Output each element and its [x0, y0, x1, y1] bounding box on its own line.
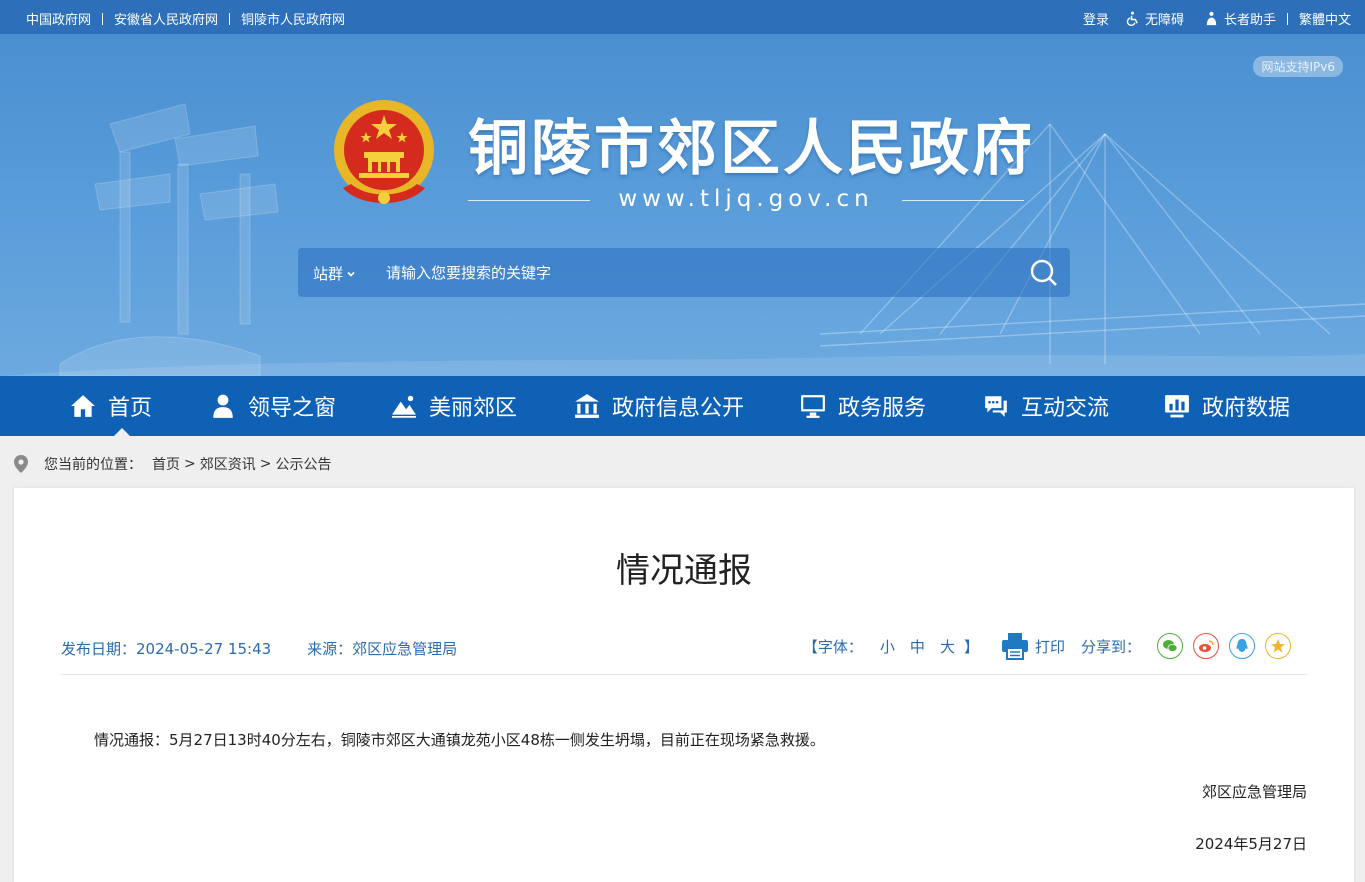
publish-date: 发布日期：2024-05-27 15:43	[61, 640, 272, 658]
weibo-icon	[1199, 640, 1214, 652]
nav-item-gov-data[interactable]: 政府数据	[1164, 376, 1290, 436]
person-icon	[213, 394, 233, 418]
chevron-down-icon	[347, 271, 355, 277]
nav-item-interaction[interactable]: 互动交流	[983, 376, 1109, 436]
search-bar: 站群	[298, 248, 1070, 297]
link-china-gov[interactable]: 中国政府网	[26, 9, 91, 28]
header-banner: 网站支持IPv6 铜陵市郊区人民政府 www.tljq.gov.cn 站群	[0, 34, 1365, 376]
search-scope-dropdown[interactable]: 站群	[313, 263, 356, 284]
breadcrumb-news[interactable]: 郊区资讯	[200, 454, 256, 474]
nav-item-label: 互动交流	[1021, 396, 1110, 421]
nav-item-label: 政府信息公开	[612, 396, 745, 421]
wechat-icon	[1163, 640, 1178, 652]
link-anhui-gov[interactable]: 安徽省人民政府网	[114, 9, 218, 28]
link-tongling-gov[interactable]: 铜陵市人民政府网	[241, 9, 345, 28]
search-scope-label: 站群	[313, 265, 344, 283]
breadcrumb-separator: >	[184, 456, 196, 472]
font-medium-button[interactable]: 中	[910, 636, 925, 657]
divider	[1286, 12, 1288, 25]
nav-item-leaders[interactable]: 领导之窗	[210, 376, 336, 436]
elder-mode-label: 长者助手	[1223, 13, 1276, 28]
font-size-bracket: 】	[963, 637, 979, 656]
domain-text: www.tljq.gov.cn	[618, 186, 874, 212]
traditional-chinese-link[interactable]: 繁體中文	[1299, 9, 1351, 28]
breadcrumb-home[interactable]: 首页	[152, 454, 180, 474]
monitor-icon	[801, 395, 825, 418]
nav-item-label: 首页	[108, 396, 153, 421]
breadcrumb-separator: >	[259, 456, 272, 472]
main-nav: 首页 领导之窗 美丽郊区 政府信息公开 政务服务 互动交流 政府数据	[0, 376, 1365, 436]
print-button[interactable]: 打印	[1001, 632, 1065, 660]
top-bar: 中国政府网 安徽省人民政府网 铜陵市人民政府网 登录 无障碍 长者助手 繁體中文	[0, 0, 1365, 34]
breadcrumb: 您当前的位置： 首页 > 郊区资讯 > 公示公告	[14, 453, 331, 475]
article-title: 情况通报	[616, 551, 752, 591]
article-body: 情况通报：5月27日13时40分左右，铜陵市郊区大通镇龙苑小区48栋一侧发生坍塌…	[94, 731, 825, 749]
elder-mode-button[interactable]: 长者助手	[1204, 9, 1276, 28]
chat-icon	[985, 396, 1007, 417]
printer-icon	[1001, 633, 1028, 660]
accessibility-button[interactable]: 无障碍	[1125, 9, 1184, 28]
nav-item-label: 美丽郊区	[429, 396, 518, 421]
ipv6-badge: 网站支持IPv6	[1253, 56, 1343, 77]
article-signature: 郊区应急管理局	[1201, 783, 1307, 801]
divider	[229, 12, 231, 25]
location-pin-icon	[14, 455, 28, 473]
share-wechat-button[interactable]	[1157, 633, 1183, 659]
share-weibo-button[interactable]	[1193, 633, 1219, 659]
qzone-icon	[1271, 639, 1285, 653]
nav-item-info-disclosure[interactable]: 政府信息公开	[574, 376, 744, 436]
divider	[102, 12, 104, 25]
font-size-label: 【字体：	[802, 637, 863, 656]
landscape-icon	[392, 395, 416, 418]
top-links: 中国政府网 安徽省人民政府网 铜陵市人民政府网	[26, 9, 345, 28]
font-small-button[interactable]: 小	[880, 636, 895, 657]
nav-item-label: 政府数据	[1202, 396, 1291, 421]
nav-item-label: 领导之窗	[248, 396, 337, 421]
national-emblem	[334, 100, 434, 204]
nav-item-home[interactable]: 首页	[70, 376, 152, 436]
nav-item-beautiful-suburb[interactable]: 美丽郊区	[391, 376, 517, 436]
wheelchair-icon	[1126, 11, 1138, 26]
elder-icon	[1206, 11, 1217, 26]
top-tools: 登录 无障碍 长者助手 繁體中文	[1083, 9, 1351, 28]
government-building-icon	[575, 394, 599, 418]
login-link[interactable]: 登录	[1083, 9, 1109, 28]
article-sign-date: 2024年5月27日	[1195, 835, 1307, 853]
share-label: 分享到：	[1080, 637, 1141, 656]
article-panel: 情况通报 发布日期：2024-05-27 15:43 来源：郊区应急管理局 【字…	[14, 488, 1354, 882]
breadcrumb-prefix: 您当前的位置：	[44, 457, 142, 473]
article-source: 来源：郊区应急管理局	[307, 640, 458, 658]
breadcrumb-announcements[interactable]: 公示公告	[275, 454, 331, 474]
site-title: 铜陵市郊区人民政府	[468, 114, 1035, 184]
search-input[interactable]	[384, 258, 1008, 288]
divider	[902, 200, 1024, 201]
print-label: 打印	[1034, 637, 1065, 656]
accessibility-label: 无障碍	[1144, 13, 1184, 28]
active-indicator	[114, 428, 130, 436]
qq-icon	[1236, 639, 1248, 652]
site-domain: www.tljq.gov.cn	[468, 184, 1024, 218]
article-tools: 【字体： 小 中 大 】 打印 分享到：	[803, 632, 1291, 660]
data-chart-icon	[1165, 395, 1189, 418]
share-qq-button[interactable]	[1229, 633, 1255, 659]
nav-item-services[interactable]: 政务服务	[800, 376, 926, 436]
article-meta: 发布日期：2024-05-27 15:43 来源：郊区应急管理局	[61, 638, 457, 659]
search-icon[interactable]	[1028, 257, 1060, 289]
font-large-button[interactable]: 大	[940, 636, 955, 657]
share-qzone-button[interactable]	[1265, 633, 1291, 659]
meta-divider	[61, 674, 1307, 675]
nav-item-label: 政务服务	[838, 396, 927, 421]
home-icon	[71, 395, 95, 417]
